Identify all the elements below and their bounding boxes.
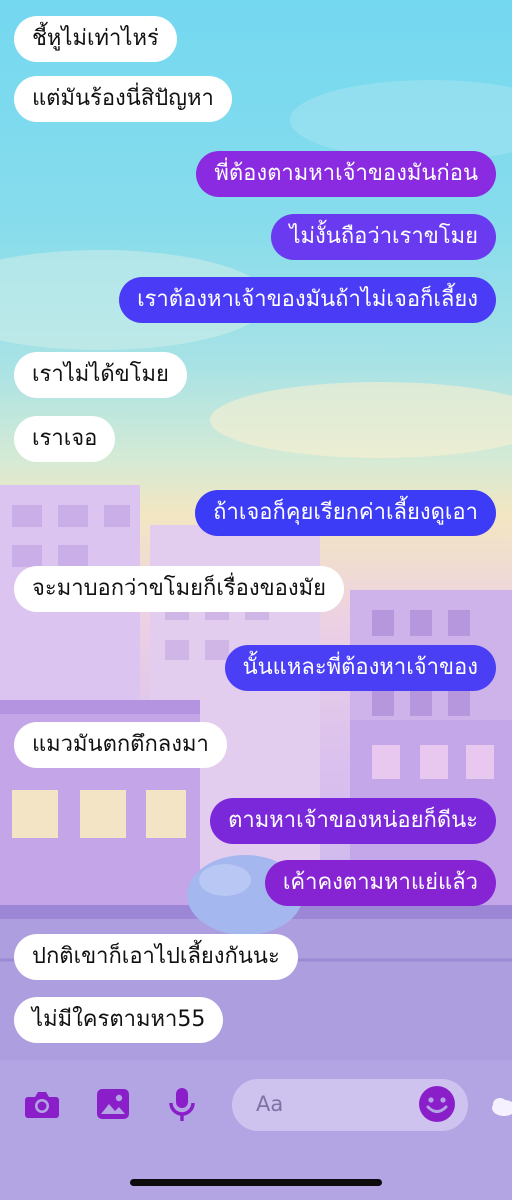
message-text: เค้าคงตามหาแย่แล้ว [282,870,478,895]
home-indicator [130,1179,382,1186]
microphone-icon[interactable] [160,1082,204,1126]
emoji-icon[interactable] [416,1083,460,1127]
incoming-message-bubble[interactable]: ปกติเขาก็เอาไปเลี้ยงกันนะ [14,934,298,980]
message-input-placeholder: Aa [256,1092,284,1116]
camera-icon[interactable] [20,1082,64,1126]
outgoing-message-bubble[interactable]: ไม่งั้นถือว่าเราขโมย [271,214,496,260]
message-text: ไม่งั้นถือว่าเราขโมย [289,224,478,249]
outgoing-message-bubble[interactable]: นั้นแหละพี่ต้องหาเจ้าของ [224,645,496,691]
message-text: แมวมันตกตึกลงมา [32,732,209,757]
message-text: ชี้หูไม่เท่าไหร่ [32,26,159,51]
outgoing-message-bubble[interactable]: เราต้องหาเจ้าของมันถ้าไม่เจอก็เลี้ยง [119,277,496,323]
message-text: ถ้าเจอก็คุยเรียกค่าเลี้ยงดูเอา [213,500,478,525]
incoming-message-bubble[interactable]: แต่มันร้องนี่สิปัญหา [14,76,232,122]
incoming-message-bubble[interactable]: แมวมันตกตึกลงมา [14,722,227,768]
message-text: แต่มันร้องนี่สิปัญหา [32,86,214,111]
outgoing-message-bubble[interactable]: ถ้าเจอก็คุยเรียกค่าเลี้ยงดูเอา [195,490,496,536]
incoming-message-bubble[interactable]: เราเจอ [14,416,116,462]
cloud-icon [490,1094,512,1118]
message-text: นั้นแหละพี่ต้องหาเจ้าของ [242,655,478,680]
outgoing-message-bubble[interactable]: พี่ต้องตามหาเจ้าของมันก่อน [196,151,496,197]
message-text: ไม่มีใครตามหา55 [32,1007,206,1032]
message-text: ตามหาเจ้าของหน่อยก็ดีนะ [228,808,478,833]
incoming-message-bubble[interactable]: ไม่มีใครตามหา55 [14,997,224,1043]
outgoing-message-bubble[interactable]: เค้าคงตามหาแย่แล้ว [264,860,496,906]
message-text: พี่ต้องตามหาเจ้าของมันก่อน [214,161,478,186]
image-icon[interactable] [91,1082,135,1126]
message-text: เราต้องหาเจ้าของมันถ้าไม่เจอก็เลี้ยง [137,287,478,312]
incoming-message-bubble[interactable]: เราไม่ได้ขโมย [14,352,187,398]
chat-thread: ชี้หูไม่เท่าไหร่ แต่มันร้องนี่สิปัญหา พี… [0,0,512,1060]
message-text: ปกติเขาก็เอาไปเลี้ยงกันนะ [32,944,280,969]
message-text: เราไม่ได้ขโมย [32,362,169,387]
incoming-message-bubble[interactable]: จะมาบอกว่าขโมยก็เรื่องของมัย [14,566,345,612]
outgoing-message-bubble[interactable]: ตามหาเจ้าของหน่อยก็ดีนะ [210,798,496,844]
incoming-message-bubble[interactable]: ชี้หูไม่เท่าไหร่ [14,16,177,62]
message-text: จะมาบอกว่าขโมยก็เรื่องของมัย [32,576,327,601]
message-text: เราเจอ [32,426,98,451]
